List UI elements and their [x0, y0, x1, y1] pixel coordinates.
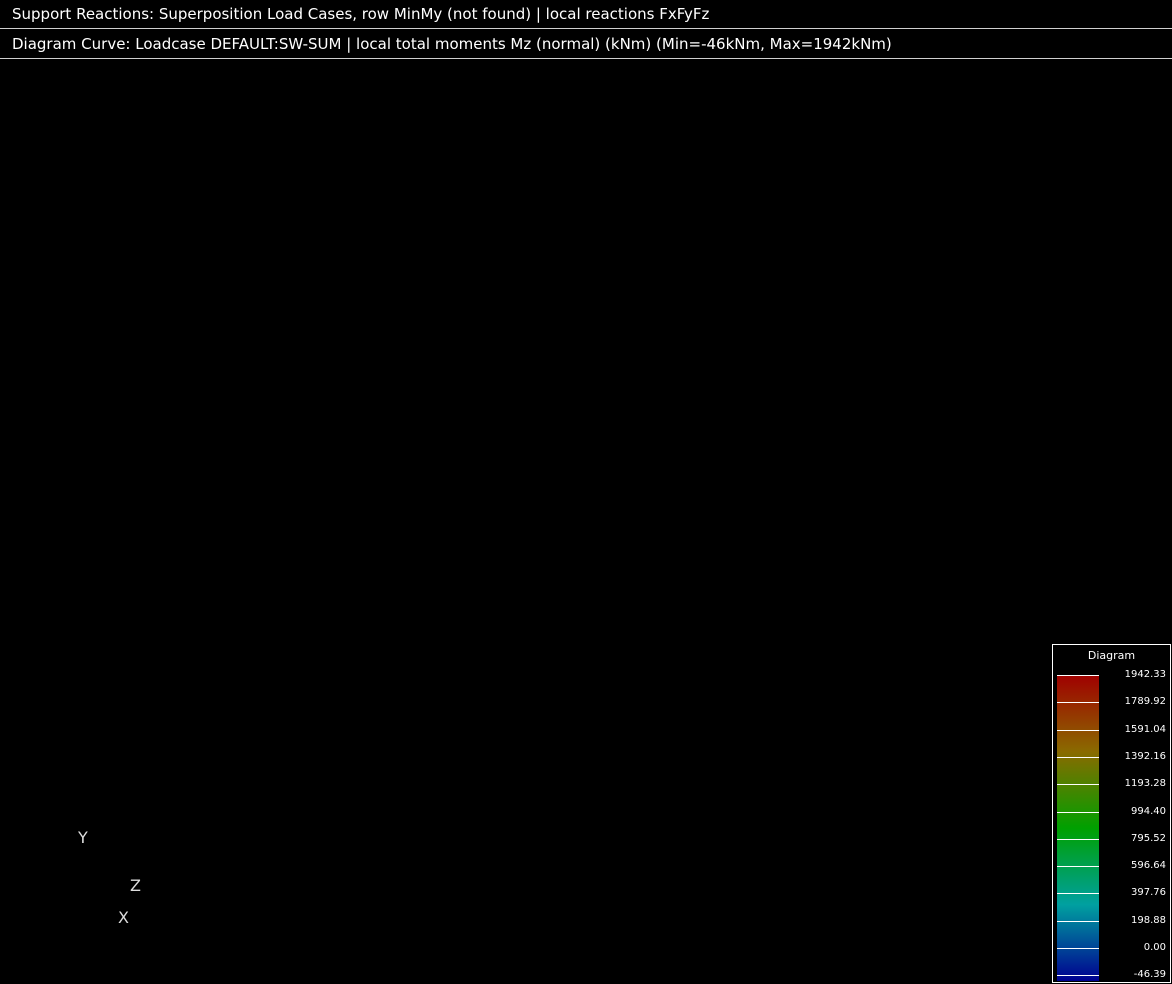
axis-x-label: X	[118, 908, 129, 927]
legend-label: 0.00	[1143, 942, 1166, 953]
legend-label: 198.88	[1131, 914, 1166, 926]
legend-tick	[1057, 811, 1099, 813]
legend-tick	[1057, 784, 1099, 786]
legend-label: 994.40	[1131, 805, 1166, 817]
axis-triad	[72, 837, 135, 914]
legend-tick	[1057, 675, 1099, 676]
moment-diagram-span-2	[498, 558, 812, 715]
bridge-deck	[115, 278, 1051, 670]
diagram-info-line-2: Diagram Curve: Loadcase DEFAULT:SW-SUM |…	[0, 30, 1172, 59]
legend-label: -46.39	[1133, 969, 1166, 981]
legend-tick	[1057, 893, 1099, 895]
deck-edge	[117, 339, 817, 691]
legend-tick	[1057, 948, 1099, 949]
legend-tick	[1057, 866, 1099, 868]
deck-side	[816, 612, 1048, 690]
axis-y-label: Y	[78, 828, 88, 847]
legend-label: 1392.16	[1124, 750, 1166, 762]
legend-tick	[1057, 702, 1099, 704]
model-viewport[interactable]	[0, 0, 1172, 984]
diagram-legend: Diagram 1942.33 1789.92 1591.04 1392.16 1193…	[1052, 644, 1171, 983]
legend-color-bar	[1057, 675, 1099, 981]
legend-tick	[1057, 756, 1099, 758]
legend-label: 596.64	[1131, 860, 1166, 872]
axis-z-label: Z	[130, 876, 141, 895]
legend-label: 1789.92	[1124, 696, 1166, 708]
deck-grid	[136, 284, 1026, 664]
legend-label: 795.52	[1131, 832, 1166, 844]
legend-title: Diagram	[1087, 649, 1136, 662]
legend-tick	[1057, 838, 1099, 840]
legend-label: 1591.04	[1124, 723, 1166, 735]
legend-tick	[1057, 920, 1099, 922]
diagram-info-line-1: Support Reactions: Superposition Load Ca…	[0, 0, 1172, 29]
legend-label: 1193.28	[1124, 778, 1166, 790]
legend-tick	[1057, 729, 1099, 731]
legend-tick	[1057, 975, 1099, 977]
legend-label: 1942.33	[1124, 669, 1166, 680]
legend-label: 397.76	[1131, 887, 1166, 899]
moment-diagram-span-1	[138, 370, 461, 551]
